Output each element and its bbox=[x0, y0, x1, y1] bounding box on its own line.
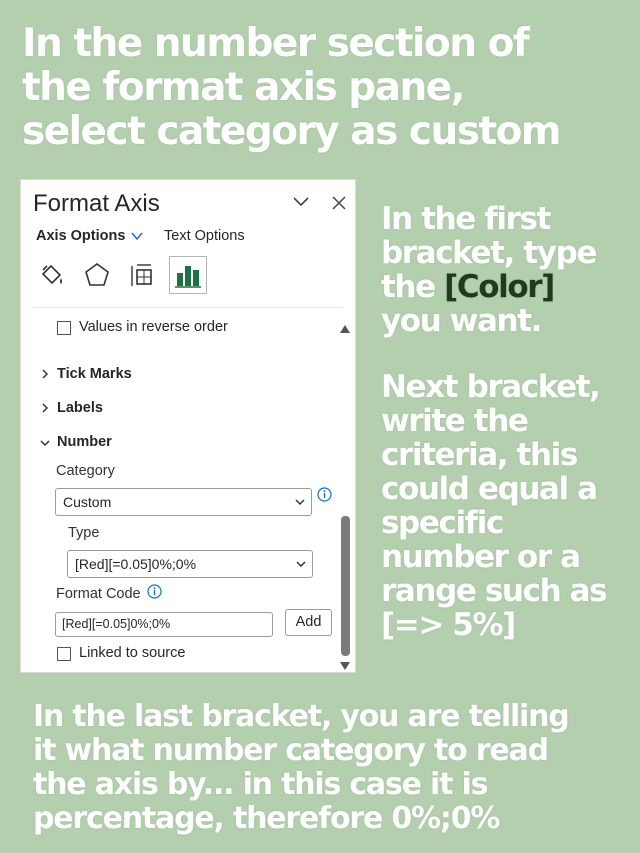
category-dropdown[interactable]: Custom bbox=[55, 488, 312, 516]
type-dropdown[interactable]: [Red][=0.05]0%;0% bbox=[67, 550, 313, 578]
reverse-order-label: Values in reverse order bbox=[79, 319, 228, 335]
tab-axis-options[interactable]: Axis Options bbox=[36, 228, 125, 244]
info-icon[interactable] bbox=[147, 584, 162, 599]
headline-line-2: the format axis pane, bbox=[22, 65, 466, 110]
side-note-criteria: Next bracket, write the criteria, this c… bbox=[381, 370, 631, 642]
category-label: Category bbox=[56, 463, 115, 479]
side-note-2-line: could equal a bbox=[381, 471, 598, 507]
side-note-1-line-1: In the first bbox=[381, 201, 551, 237]
linked-to-source-checkbox[interactable] bbox=[57, 647, 71, 661]
chevron-right-icon[interactable] bbox=[40, 369, 50, 379]
size-properties-icon[interactable] bbox=[128, 260, 158, 290]
side-note-2-line: [=> 5%] bbox=[381, 607, 516, 643]
section-tick-marks[interactable]: Tick Marks bbox=[57, 366, 132, 382]
side-note-2-line: specific bbox=[381, 505, 504, 541]
format-code-label: Format Code bbox=[56, 586, 141, 602]
side-note-1-line-3-pre: the bbox=[381, 269, 445, 305]
footer-line: percentage, therefore 0%;0% bbox=[33, 801, 500, 836]
footer-line: In the last bracket, you are telling bbox=[33, 699, 570, 734]
side-note-2-line: Next bracket, bbox=[381, 369, 601, 405]
dropdown-arrow-icon bbox=[296, 561, 306, 568]
side-note-1-line-2: bracket, type bbox=[381, 235, 597, 271]
side-note-2-line: write the bbox=[381, 403, 529, 439]
side-note-color: In the first bracket, type the [Color] y… bbox=[381, 202, 631, 338]
chevron-down-icon[interactable] bbox=[292, 195, 310, 209]
fill-line-icon[interactable] bbox=[37, 260, 67, 290]
tab-text-options[interactable]: Text Options bbox=[164, 228, 245, 244]
color-highlight: [Color] bbox=[444, 269, 555, 305]
type-label: Type bbox=[68, 525, 100, 541]
axis-options-bar-chart-tab[interactable] bbox=[169, 256, 207, 294]
headline-line-1: In the number section of bbox=[22, 21, 530, 66]
reverse-order-checkbox[interactable] bbox=[57, 321, 71, 335]
side-note-2-line: range such as bbox=[381, 573, 608, 609]
scroll-down-arrow-icon[interactable] bbox=[339, 661, 351, 671]
footer-line: the axis by... in this case it is bbox=[33, 767, 488, 802]
headline: In the number section of the format axis… bbox=[22, 22, 627, 154]
format-code-input[interactable]: [Red][=0.05]0%;0% bbox=[55, 612, 273, 637]
side-note-2-line: number or a bbox=[381, 539, 581, 575]
dropdown-arrow-icon bbox=[295, 499, 305, 506]
section-labels[interactable]: Labels bbox=[57, 400, 103, 416]
side-note-1-line-3: the [Color] bbox=[381, 270, 631, 304]
effects-pentagon-icon[interactable] bbox=[82, 260, 112, 290]
headline-line-3: select category as custom bbox=[22, 109, 562, 154]
side-note-1-line-4: you want. bbox=[381, 303, 542, 339]
scroll-up-arrow-icon[interactable] bbox=[339, 324, 351, 334]
chevron-down-icon[interactable] bbox=[131, 231, 143, 241]
footer-line: it what number category to read bbox=[33, 733, 549, 768]
pane-title: Format Axis bbox=[33, 190, 160, 217]
type-value: [Red][=0.05]0%;0% bbox=[75, 556, 197, 572]
close-icon[interactable] bbox=[332, 196, 346, 210]
section-number[interactable]: Number bbox=[57, 434, 112, 450]
linked-to-source-label: Linked to source bbox=[79, 645, 186, 661]
chevron-down-icon[interactable] bbox=[40, 438, 50, 448]
format-axis-pane: Format Axis Axis Options Text Options Va… bbox=[20, 179, 356, 673]
divider bbox=[33, 307, 343, 308]
bar-chart-icon bbox=[175, 266, 201, 288]
format-code-value: [Red][=0.05]0%;0% bbox=[62, 617, 171, 631]
scrollbar-thumb[interactable] bbox=[341, 516, 350, 656]
category-value: Custom bbox=[63, 494, 112, 510]
add-button[interactable]: Add bbox=[285, 609, 332, 636]
footer-note: In the last bracket, you are telling it … bbox=[33, 700, 623, 836]
info-icon[interactable] bbox=[317, 487, 332, 502]
chevron-right-icon[interactable] bbox=[40, 403, 50, 413]
side-note-2-line: criteria, this bbox=[381, 437, 578, 473]
